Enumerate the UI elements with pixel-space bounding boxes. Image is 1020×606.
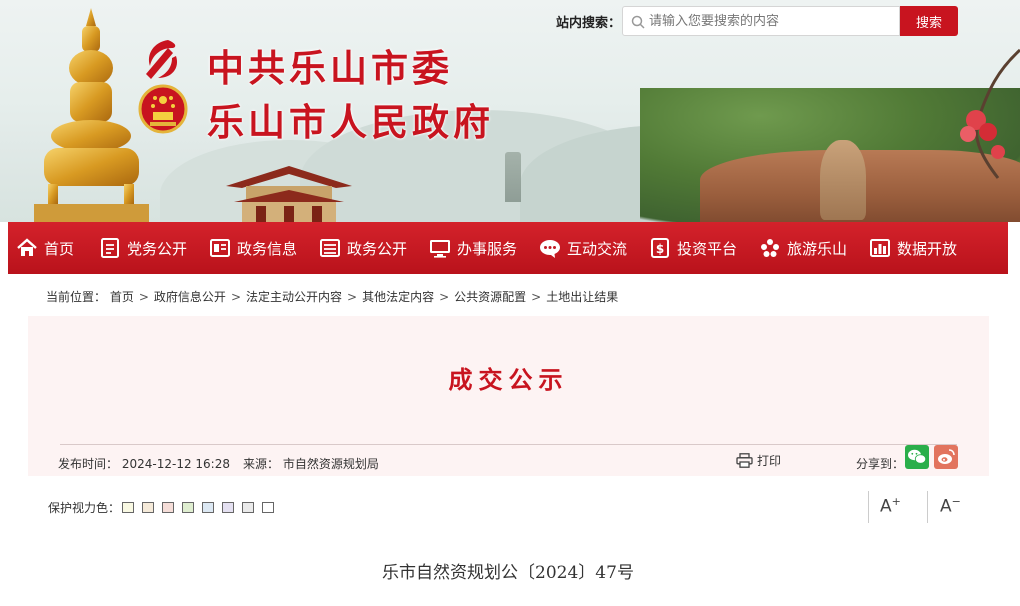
eyecare-swatch[interactable] [202, 502, 215, 513]
source-label: 来源： [243, 457, 280, 471]
header-banner: 中共乐山市委 乐山市人民政府 站内搜索： 搜索 [0, 0, 1020, 222]
divider [60, 444, 957, 445]
plum-blossom-illustration [960, 48, 1020, 179]
info-board-icon [210, 239, 230, 257]
site-title-line2: 乐山市人民政府 [207, 101, 494, 144]
eyecare-label: 保护视力色： [48, 501, 121, 515]
eyecare-swatch[interactable] [262, 502, 275, 513]
wechat-icon [908, 449, 927, 464]
nav-item-home[interactable]: 首页 [16, 222, 99, 274]
search-label: 站内搜索： [556, 16, 622, 31]
font-decrease-button[interactable]: A− [940, 495, 961, 517]
breadcrumb-separator: > [138, 290, 149, 304]
nav-item-services[interactable]: 办事服务 [429, 222, 539, 274]
eyecare-swatch[interactable] [162, 502, 175, 513]
nav-item-gov-info[interactable]: 政务信息 [209, 222, 319, 274]
nav-item-tourism[interactable]: 旅游乐山 [759, 222, 869, 274]
breadcrumb-prefix: 当前位置： [46, 290, 107, 304]
share-weibo-button[interactable] [934, 445, 958, 469]
nav-item-interaction[interactable]: 互动交流 [539, 222, 649, 274]
share-wechat-button[interactable] [905, 445, 929, 469]
nav-item-label: 投资平台 [677, 239, 738, 258]
flower-icon [761, 239, 779, 257]
breadcrumb-separator: > [347, 290, 358, 304]
eyecare-swatch[interactable] [182, 502, 195, 513]
bar-chart-icon [870, 239, 890, 257]
party-doc-icon [101, 238, 119, 258]
search-box[interactable] [622, 6, 900, 36]
source-value: 市自然资源规划局 [282, 457, 379, 471]
party-emblem-icon [146, 40, 178, 79]
nav-item-label: 办事服务 [457, 239, 518, 258]
breadcrumb-separator: > [531, 290, 542, 304]
eyecare-swatch[interactable] [142, 502, 155, 513]
list-doc-icon [320, 239, 340, 257]
nav-item-label: 旅游乐山 [787, 239, 848, 258]
font-increase-button[interactable]: A+ [880, 495, 901, 517]
main-nav: 首页 党务公开 政务信息 政务公开 办事服务 互动交流 $ 投资平台 旅游乐山 … [8, 222, 1008, 274]
article-title: 成交公示 [448, 366, 569, 394]
nav-item-investment[interactable]: $ 投资平台 [649, 222, 759, 274]
weibo-icon [938, 449, 955, 464]
nav-item-open-data[interactable]: 数据开放 [869, 222, 979, 274]
national-emblem-icon [138, 84, 188, 134]
publish-label: 发布时间： [58, 457, 119, 471]
publish-value: 2024-12-12 16:28 [121, 457, 230, 471]
breadcrumb-item-public-resources[interactable]: 公共资源配置 [454, 288, 526, 305]
leshan-buddha-illustration [820, 140, 866, 220]
eyecare-swatch[interactable] [122, 502, 135, 513]
breadcrumb-item-other-statutory[interactable]: 其他法定内容 [362, 288, 434, 305]
plus-sign: + [891, 495, 901, 508]
nav-item-gov-affairs[interactable]: 政务公开 [319, 222, 429, 274]
font-increase-letter: A [880, 496, 892, 517]
printer-icon [736, 453, 753, 468]
breadcrumb-item-gov-info-disclosure[interactable]: 政府信息公开 [154, 288, 226, 305]
breadcrumb-item-land-transfer[interactable]: 土地出让结果 [546, 288, 618, 305]
eyecare-swatch[interactable] [242, 502, 255, 513]
eyecare-colors: 保护视力色： [48, 499, 275, 516]
minus-sign: − [951, 495, 961, 508]
document-number: 乐市自然资规划公〔2024〕47号 [382, 563, 634, 583]
site-title-line1: 中共乐山市委 [207, 47, 453, 90]
divider [868, 491, 869, 523]
home-icon [17, 238, 37, 256]
article-header: 成交公示 发布时间： 2024-12-12 16:28 来源： 市自然资源规划局… [28, 316, 989, 476]
search-button[interactable]: 搜索 [900, 6, 958, 36]
pagoda-illustration [505, 152, 521, 202]
nav-item-label: 首页 [44, 239, 75, 258]
breadcrumb-item-statutory-content[interactable]: 法定主动公开内容 [246, 288, 342, 305]
divider [927, 491, 928, 523]
breadcrumb-item-home[interactable]: 首页 [110, 288, 134, 305]
eyecare-swatch[interactable] [222, 502, 235, 513]
nav-item-label: 政务公开 [347, 239, 408, 258]
font-decrease-letter: A [940, 496, 952, 517]
source: 来源： 市自然资源规划局 [243, 455, 379, 472]
nav-item-label: 互动交流 [567, 239, 628, 258]
nav-item-label: 数据开放 [897, 239, 958, 258]
print-label: 打印 [757, 454, 782, 468]
share-label: 分享到： [856, 457, 905, 471]
money-icon: $ [651, 238, 669, 258]
publish-time: 发布时间： 2024-12-12 16:28 [58, 455, 230, 472]
search-input[interactable] [649, 11, 894, 31]
svg-text:$: $ [656, 242, 664, 256]
nav-item-label: 政务信息 [237, 239, 298, 258]
nav-item-party-affairs[interactable]: 党务公开 [99, 222, 209, 274]
golden-buddha-statue [34, 8, 149, 222]
font-size-controls: A+ A− [868, 491, 988, 523]
chat-bubble-icon [540, 240, 560, 258]
search-icon [631, 15, 645, 29]
monitor-icon [430, 240, 450, 258]
breadcrumb-separator: > [230, 290, 241, 304]
breadcrumb: 当前位置： 首页 > 政府信息公开 > 法定主动公开内容 > 其他法定内容 > 公共资源配置 > 土… [46, 288, 618, 305]
print-button[interactable]: 打印 [736, 452, 781, 469]
breadcrumb-separator: > [439, 290, 450, 304]
temple-illustration [226, 166, 352, 222]
nav-item-label: 党务公开 [127, 239, 188, 258]
content-area: 当前位置： 首页 > 政府信息公开 > 法定主动公开内容 > 其他法定内容 > 公共资源配置 > 土… [8, 274, 1008, 606]
